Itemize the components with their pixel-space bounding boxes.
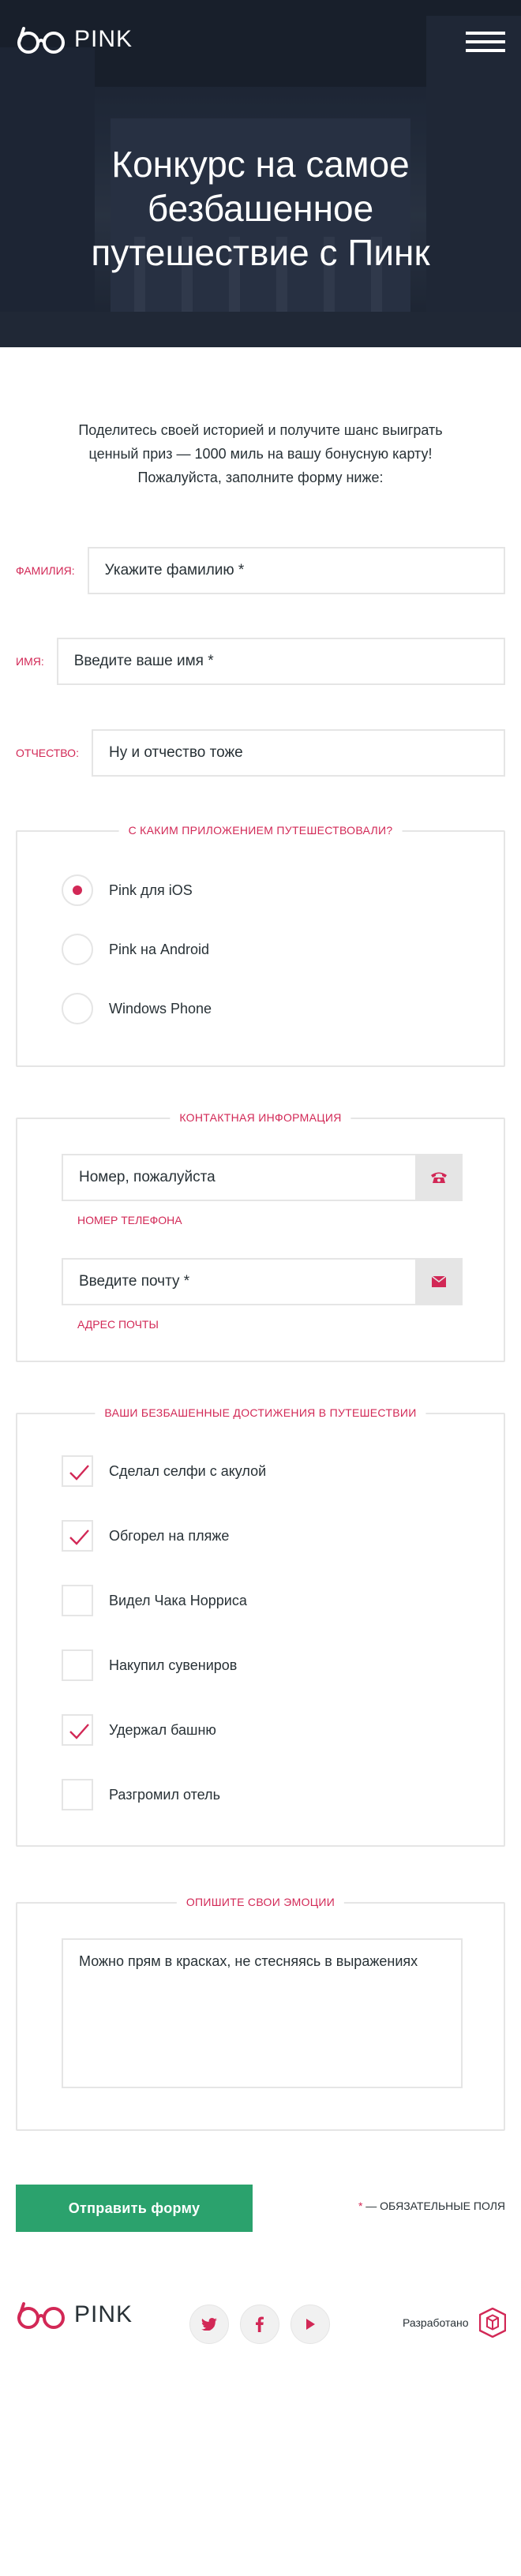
checkmark-icon: [69, 1465, 89, 1481]
page-title: Конкурс на самое безбашенное путешествие…: [0, 142, 521, 275]
email-box: [62, 1258, 463, 1305]
checkbox-sunburn[interactable]: Обгорел на пляже: [62, 1520, 229, 1552]
page-title-line: путешествие с Пинк: [91, 232, 430, 273]
contact-fieldset: Контактная информация Номер телефона: [16, 1111, 505, 1362]
page-title-line: безбашенное: [147, 188, 374, 229]
patronymic-input[interactable]: [91, 729, 505, 777]
radio-windows-phone-label: Windows Phone: [109, 1000, 212, 1017]
surname-input[interactable]: [87, 547, 505, 594]
radio-button[interactable]: [62, 934, 93, 965]
firstname-input[interactable]: [56, 638, 505, 685]
checkbox-label: Обгорел на пляже: [109, 1527, 230, 1544]
hero-banner: PINK Конкурс на самое безбашенное путеше…: [0, 0, 521, 347]
intro-line: Пожалуйста, заполните форму ниже:: [137, 470, 384, 485]
checkbox-selfie-shark[interactable]: Сделал селфи с акулой: [62, 1455, 266, 1487]
checkbox[interactable]: [62, 1779, 93, 1810]
patronymic-label: Отчество:: [16, 747, 79, 759]
checkbox-souvenirs[interactable]: Накупил сувениров: [62, 1649, 237, 1681]
developer-label: Разработано: [403, 2316, 469, 2329]
checkbox-hotel[interactable]: Разгромил отель: [62, 1779, 220, 1810]
header-logo-text: PINK: [74, 26, 133, 52]
email-label: Адрес почты: [77, 1318, 159, 1331]
radio-android[interactable]: Pink на Android: [62, 934, 209, 965]
twitter-icon[interactable]: [189, 2305, 229, 2344]
checkbox-chuck-norris[interactable]: Видел Чака Норриса: [62, 1585, 247, 1616]
facebook-icon[interactable]: [240, 2305, 279, 2344]
app-fieldset: С каким приложением путешествовали? Pink…: [16, 824, 505, 1067]
phone-box: [62, 1154, 463, 1201]
patronymic-row: Отчество:: [16, 729, 505, 777]
checkmark-icon: [69, 1724, 89, 1739]
radio-ios[interactable]: Pink для iOS: [62, 874, 193, 906]
intro-line: Поделитесь своей историей и получите шан…: [78, 422, 443, 438]
phone-input[interactable]: [62, 1154, 415, 1201]
phone-icon: [415, 1154, 463, 1201]
site-header: PINK: [0, 0, 521, 82]
checkbox-label: Накупил сувениров: [109, 1657, 238, 1673]
radio-android-label: Pink на Android: [109, 941, 210, 957]
app-legend: С каким приложением путешествовали?: [118, 824, 403, 837]
checkbox[interactable]: [62, 1649, 93, 1681]
checkbox-checked[interactable]: [62, 1714, 93, 1746]
checkbox-tower[interactable]: Удержал башню: [62, 1714, 216, 1746]
header-logo-link[interactable]: PINK: [16, 24, 133, 55]
email-group: Адрес почты: [62, 1258, 463, 1331]
checkbox[interactable]: [62, 1585, 93, 1616]
radio-ios-label: Pink для iOS: [109, 882, 193, 898]
youtube-icon[interactable]: [290, 2305, 330, 2344]
footer-logo-text: PINK: [74, 2301, 133, 2327]
phone-group: Номер телефона: [62, 1154, 463, 1226]
contact-legend: Контактная информация: [170, 1111, 351, 1124]
intro-line: ценный приз — 1000 миль на вашу бонусную…: [88, 446, 433, 462]
page-title-line: Конкурс на самое: [111, 144, 410, 185]
email-input[interactable]: [62, 1258, 415, 1305]
hamburger-menu-icon[interactable]: [466, 32, 505, 52]
submit-button[interactable]: Отправить форму: [16, 2185, 253, 2232]
checkbox-label: Сделал селфи с акулой: [109, 1462, 267, 1479]
required-note-text: — обязательные поля: [362, 2200, 505, 2212]
checkbox-checked[interactable]: [62, 1520, 93, 1552]
emotions-legend: Опишите свои эмоции: [176, 1896, 345, 1908]
footer-logo-link[interactable]: PINK: [16, 2299, 133, 2331]
checkbox-label: Разгромил отель: [109, 1786, 220, 1803]
htmlacademy-logo-icon[interactable]: [478, 2307, 507, 2338]
checkbox-checked[interactable]: [62, 1455, 93, 1487]
envelope-icon: [415, 1258, 463, 1305]
achievements-fieldset: Ваши безбашенные достижения в путешестви…: [16, 1406, 505, 1847]
glasses-logo-icon: [17, 27, 65, 54]
intro-text: Поделитесь своей историей и получите шан…: [55, 418, 466, 489]
checkbox-label: Удержал башню: [109, 1721, 216, 1738]
surname-row: Фамилия:: [16, 547, 505, 594]
required-note: * — обязательные поля: [358, 2200, 505, 2212]
achievements-legend: Ваши безбашенные достижения в путешестви…: [95, 1406, 426, 1419]
firstname-label: Имя:: [16, 655, 44, 668]
checkmark-icon: [69, 1530, 89, 1545]
emotions-fieldset: Опишите свои эмоции: [16, 1896, 505, 2131]
radio-button-checked[interactable]: [62, 874, 93, 906]
glasses-logo-icon: [17, 2302, 65, 2329]
radio-windows-phone[interactable]: Windows Phone: [62, 993, 212, 1024]
checkbox-label: Видел Чака Норриса: [109, 1592, 247, 1608]
emotions-textarea[interactable]: [62, 1938, 463, 2088]
surname-label: Фамилия:: [16, 564, 75, 577]
radio-button[interactable]: [62, 993, 93, 1024]
firstname-row: Имя:: [16, 638, 505, 685]
phone-label: Номер телефона: [77, 1214, 182, 1226]
